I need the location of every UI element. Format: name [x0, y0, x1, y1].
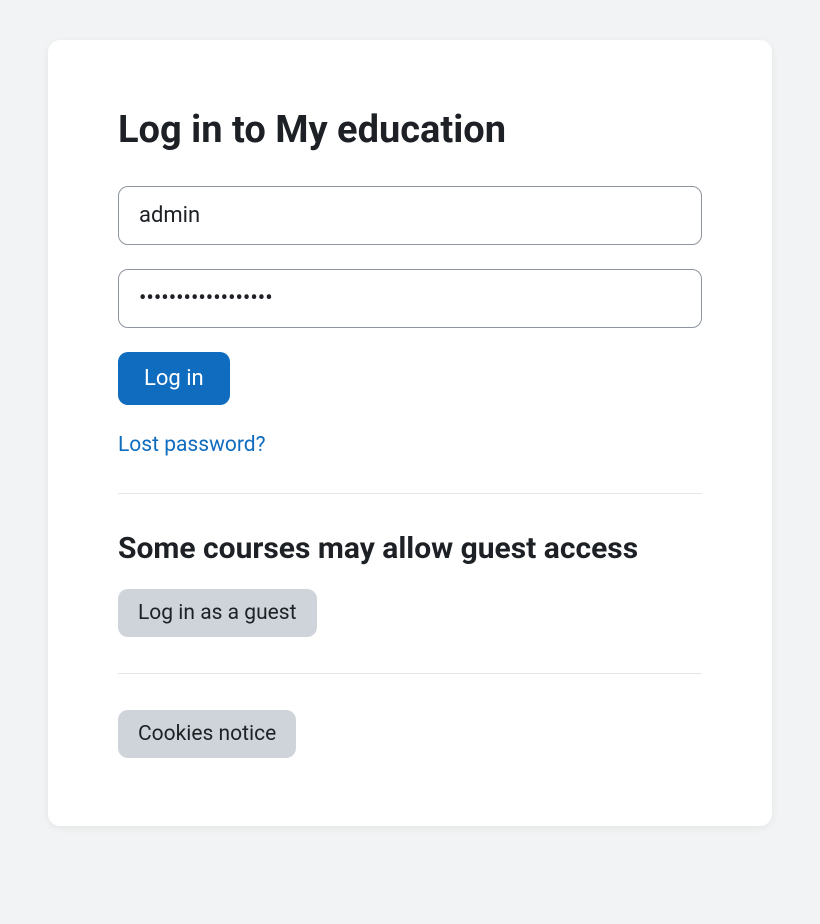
page-title: Log in to My education [118, 108, 702, 154]
cookies-notice-button[interactable]: Cookies notice [118, 710, 296, 758]
login-card: Log in to My education Log in Lost passw… [48, 40, 772, 826]
guest-access-heading: Some courses may allow guest access [118, 530, 702, 568]
lost-password-link[interactable]: Lost password? [118, 433, 266, 457]
divider [118, 673, 702, 674]
guest-login-button[interactable]: Log in as a guest [118, 589, 317, 637]
password-input[interactable] [118, 269, 702, 328]
divider [118, 493, 702, 494]
username-input[interactable] [118, 186, 702, 245]
login-button[interactable]: Log in [118, 352, 230, 405]
